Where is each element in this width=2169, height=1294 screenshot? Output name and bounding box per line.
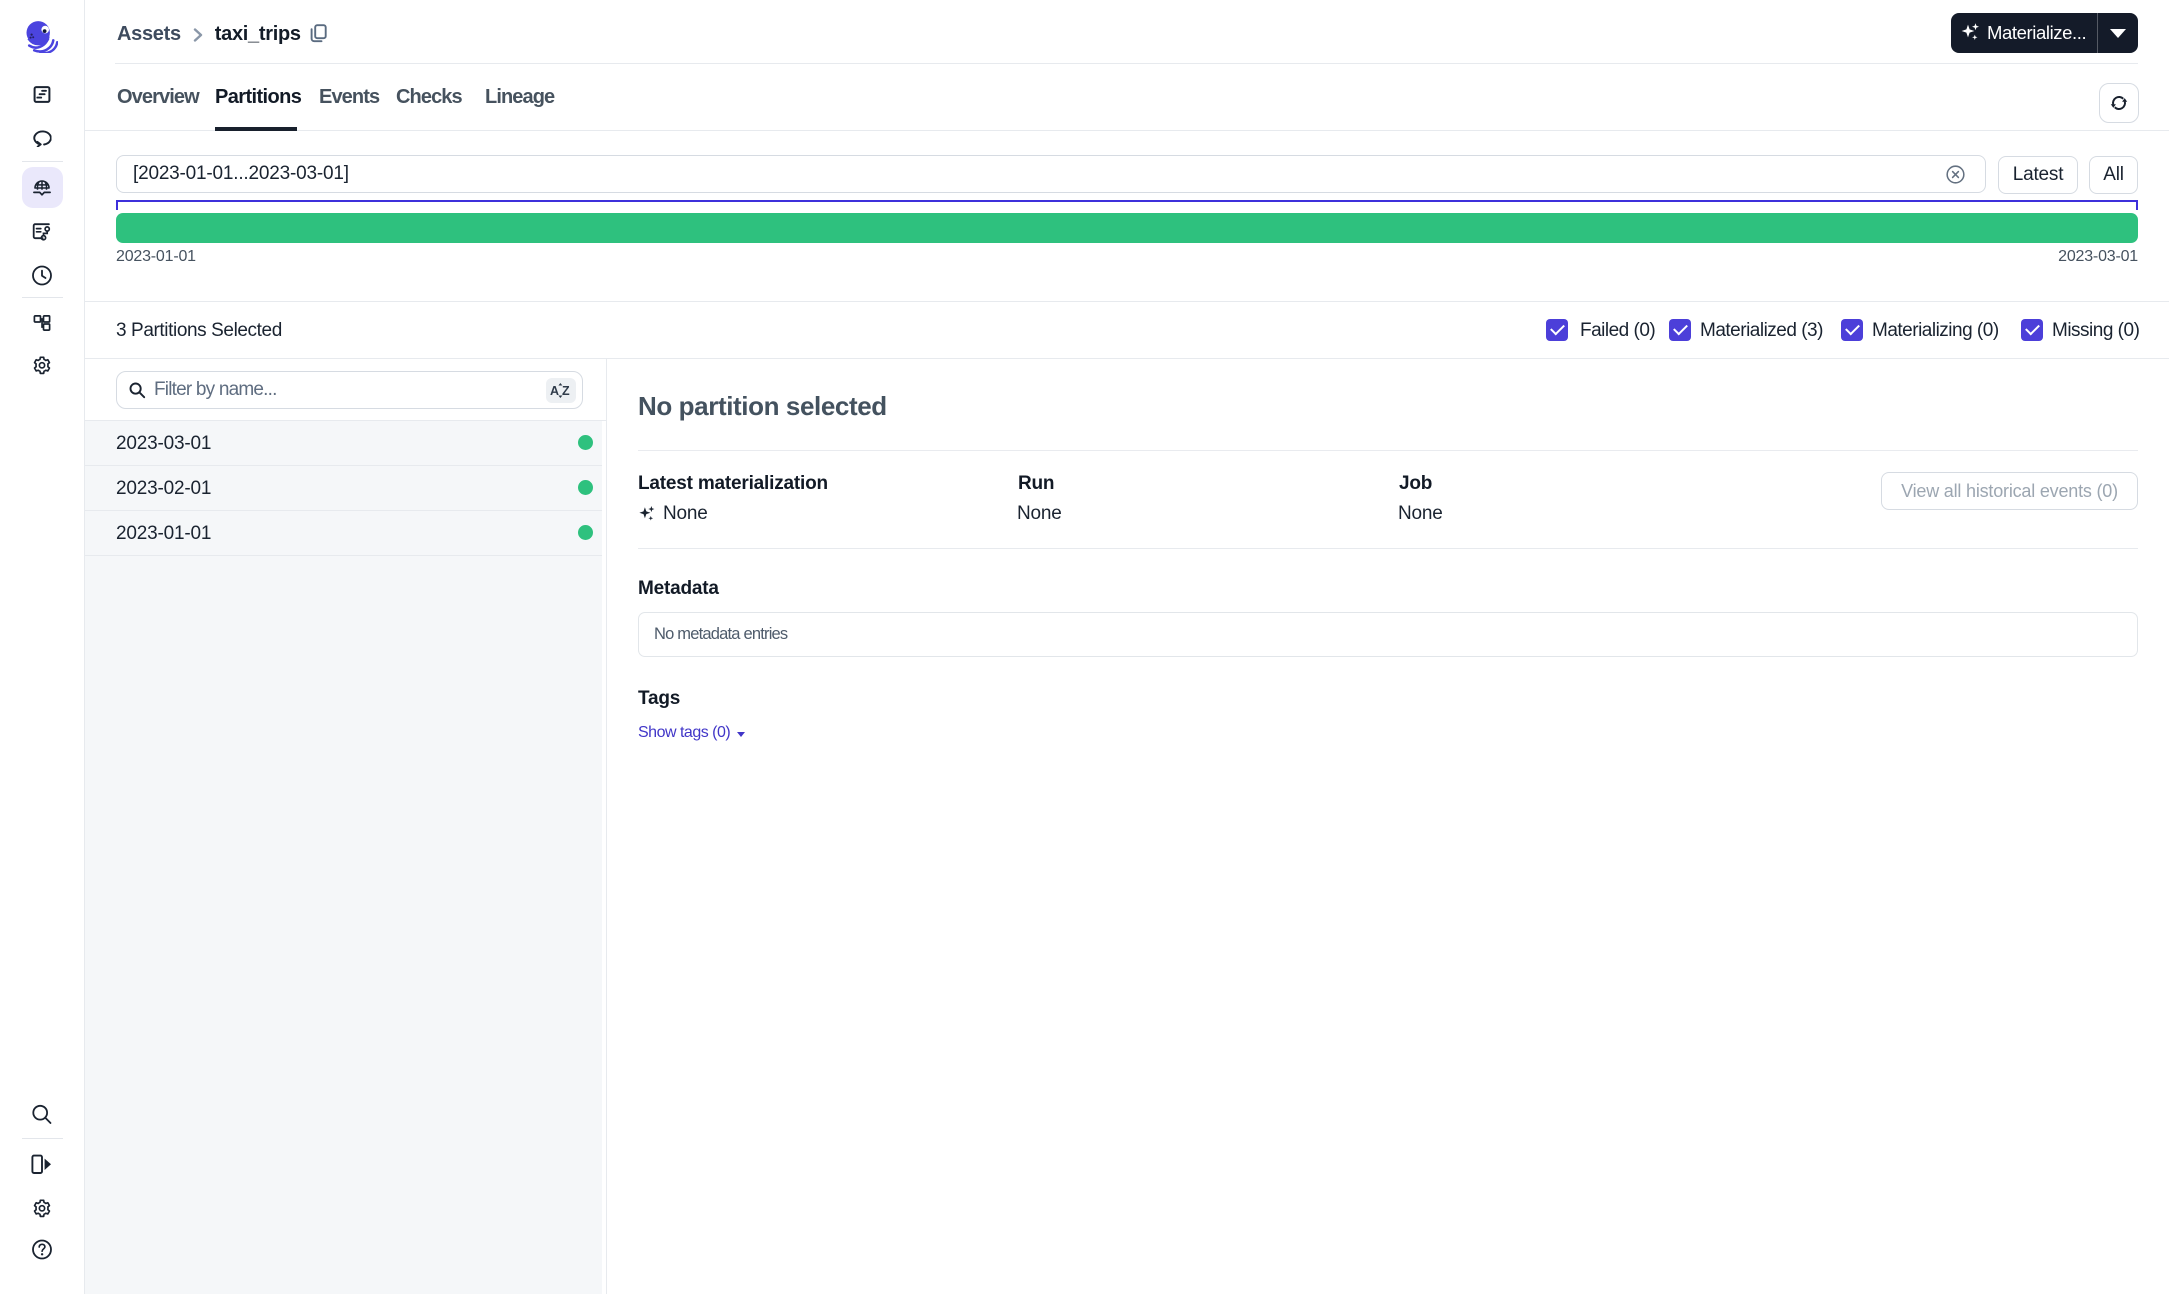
svg-text:A: A	[550, 384, 559, 398]
svg-text:Z: Z	[562, 384, 570, 398]
